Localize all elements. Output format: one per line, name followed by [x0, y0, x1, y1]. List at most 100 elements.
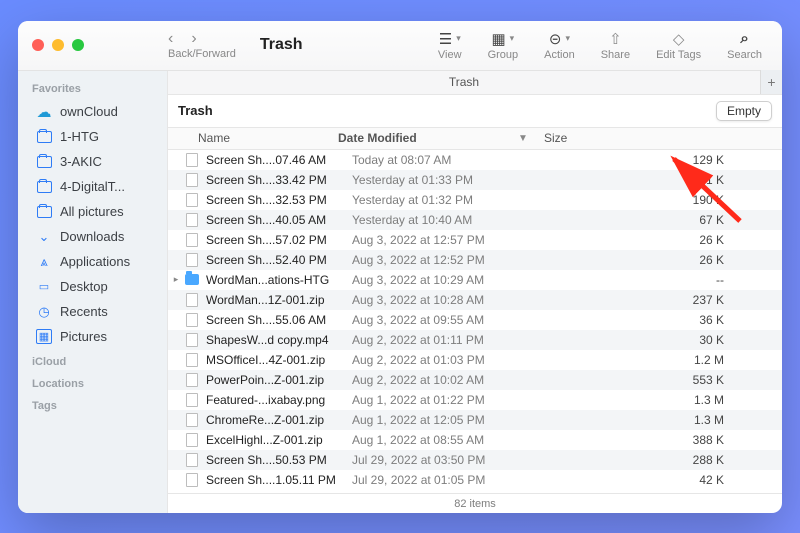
file-icon	[184, 332, 200, 348]
table-row[interactable]: Screen Sh....32.53 PMYesterday at 01:32 …	[168, 190, 782, 210]
sidebar-item-owncloud[interactable]: ☁ownCloud	[24, 100, 161, 124]
toolbar-search[interactable]: ⌕Search	[727, 30, 762, 61]
sidebar-item-label: Desktop	[60, 279, 108, 294]
file-date: Today at 08:07 AM	[352, 153, 548, 167]
file-size: --	[548, 273, 782, 287]
toolbar-action[interactable]: ⊝▾Action	[544, 30, 575, 61]
cloud-icon: ☁	[36, 104, 52, 120]
file-size: 553 K	[548, 373, 782, 387]
table-row[interactable]: Screen Sh....1.05.11 PMJul 29, 2022 at 0…	[168, 470, 782, 490]
file-icon	[184, 212, 200, 228]
file-date: Aug 3, 2022 at 12:52 PM	[352, 253, 548, 267]
sidebar-header: Favorites	[18, 77, 167, 99]
toolbar-items: ☰▾View ▦▾Group ⊝▾Action ⇧Share ◇Edit Tags ⌕Se…	[438, 30, 782, 61]
file-name: Screen Sh....40.05 AM	[206, 213, 352, 227]
forward-icon[interactable]: ›	[191, 30, 196, 48]
toolbar-group[interactable]: ▦▾Group	[488, 30, 519, 61]
status-bar: 82 items	[168, 493, 782, 513]
table-row[interactable]: ShapesW...d copy.mp4Aug 2, 2022 at 01:11…	[168, 330, 782, 350]
nav-label: Back/Forward	[168, 48, 236, 60]
file-date: Aug 1, 2022 at 08:55 AM	[352, 433, 548, 447]
file-icon	[184, 372, 200, 388]
sidebar-item-label: 3-AKIC	[60, 154, 102, 169]
sidebar-header: Tags	[18, 394, 167, 416]
table-row[interactable]: Screen Sh....52.40 PMAug 3, 2022 at 12:5…	[168, 250, 782, 270]
sidebar-item-desktop[interactable]: ▭Desktop	[24, 275, 161, 299]
minimize-icon[interactable]	[52, 39, 64, 51]
sidebar-item-label: Recents	[60, 304, 108, 319]
download-icon: ⌄	[36, 229, 52, 245]
table-row[interactable]: Screen Sh....40.05 AMYesterday at 10:40 …	[168, 210, 782, 230]
table-row[interactable]: ChromeRe...Z-001.zipAug 1, 2022 at 12:05…	[168, 410, 782, 430]
sidebar-item-all-pictures[interactable]: All pictures	[24, 200, 161, 224]
table-row[interactable]: Screen Sh....07.46 AMToday at 08:07 AM12…	[168, 150, 782, 170]
toolbar-label: Group	[488, 49, 519, 61]
sidebar-item-3-akic[interactable]: 3-AKIC	[24, 150, 161, 174]
file-size: 42 K	[548, 473, 782, 487]
disclosure-icon[interactable]: ▸	[170, 274, 182, 285]
finder-window: ‹ › Back/Forward Trash ☰▾View ▦▾Group ⊝▾Ac…	[18, 21, 782, 513]
file-size: 237 K	[548, 293, 782, 307]
folder-icon	[36, 154, 52, 170]
file-date: Aug 3, 2022 at 10:28 AM	[352, 293, 548, 307]
file-date: Aug 1, 2022 at 12:05 PM	[352, 413, 548, 427]
file-list: Screen Sh....07.46 AMToday at 08:07 AM12…	[168, 150, 782, 493]
file-size: 288 K	[548, 453, 782, 467]
file-size: 388 K	[548, 433, 782, 447]
column-name[interactable]: Name	[168, 131, 338, 145]
table-row[interactable]: Screen Sh....55.06 AMAug 3, 2022 at 09:5…	[168, 310, 782, 330]
file-icon	[184, 392, 200, 408]
file-date: Jul 29, 2022 at 03:50 PM	[352, 453, 548, 467]
file-name: Screen Sh....33.42 PM	[206, 173, 352, 187]
file-date: Yesterday at 10:40 AM	[352, 213, 548, 227]
close-icon[interactable]	[32, 39, 44, 51]
toolbar-share[interactable]: ⇧Share	[601, 30, 630, 61]
location-name: Trash	[178, 103, 213, 118]
file-size: 190 K	[548, 193, 782, 207]
pictures-icon: ▦	[36, 329, 52, 345]
file-icon	[184, 172, 200, 188]
table-row[interactable]: Screen Sh....57.02 PMAug 3, 2022 at 12:5…	[168, 230, 782, 250]
window-title: Trash	[260, 36, 303, 54]
table-row[interactable]: ExcelHighl...Z-001.zipAug 1, 2022 at 08:…	[168, 430, 782, 450]
zoom-icon[interactable]	[72, 39, 84, 51]
apps-icon: ⩓	[36, 254, 52, 270]
file-size: 26 K	[548, 253, 782, 267]
sidebar-item-applications[interactable]: ⩓Applications	[24, 250, 161, 274]
file-icon	[184, 432, 200, 448]
table-row[interactable]: MSOfficeI...4Z-001.zipAug 2, 2022 at 01:…	[168, 350, 782, 370]
file-size: 1.3 M	[548, 413, 782, 427]
sidebar-item-1-htg[interactable]: 1-HTG	[24, 125, 161, 149]
file-date: Aug 3, 2022 at 09:55 AM	[352, 313, 548, 327]
file-size: 1.2 M	[548, 353, 782, 367]
tab-trash[interactable]: Trash	[168, 75, 760, 89]
file-name: Screen Sh....07.46 AM	[206, 153, 352, 167]
sidebar-item-recents[interactable]: ◷Recents	[24, 300, 161, 324]
table-row[interactable]: Screen Sh....50.53 PMJul 29, 2022 at 03:…	[168, 450, 782, 470]
column-size[interactable]: Size	[536, 131, 606, 145]
file-size: 30 K	[548, 333, 782, 347]
toolbar-view[interactable]: ☰▾View	[438, 30, 462, 61]
empty-trash-button[interactable]: Empty	[716, 101, 772, 121]
file-name: Screen Sh....1.05.11 PM	[206, 473, 352, 487]
file-date: Yesterday at 01:32 PM	[352, 193, 548, 207]
nav-back-forward[interactable]: ‹ › Back/Forward	[168, 30, 254, 60]
file-size: 67 K	[548, 213, 782, 227]
table-row[interactable]: ▸WordMan...ations-HTGAug 3, 2022 at 10:2…	[168, 270, 782, 290]
sidebar-item-4-digitalt-[interactable]: 4-DigitalT...	[24, 175, 161, 199]
file-name: WordMan...ations-HTG	[206, 273, 352, 287]
table-row[interactable]: PowerPoin...Z-001.zipAug 2, 2022 at 10:0…	[168, 370, 782, 390]
table-row[interactable]: WordMan...1Z-001.zipAug 3, 2022 at 10:28…	[168, 290, 782, 310]
sidebar-item-downloads[interactable]: ⌄Downloads	[24, 225, 161, 249]
sidebar-item-pictures[interactable]: ▦Pictures	[24, 325, 161, 349]
toolbar-label: View	[438, 49, 462, 61]
table-row[interactable]: Screen Sh....33.42 PMYesterday at 01:33 …	[168, 170, 782, 190]
file-date: Aug 1, 2022 at 01:22 PM	[352, 393, 548, 407]
file-name: MSOfficeI...4Z-001.zip	[206, 353, 352, 367]
file-size: 129 K	[548, 153, 782, 167]
new-tab-button[interactable]: +	[760, 70, 782, 94]
column-date-modified[interactable]: Date Modified	[338, 131, 518, 145]
back-icon[interactable]: ‹	[168, 30, 173, 48]
table-row[interactable]: Featured-...ixabay.pngAug 1, 2022 at 01:…	[168, 390, 782, 410]
toolbar-tags[interactable]: ◇Edit Tags	[656, 30, 701, 61]
